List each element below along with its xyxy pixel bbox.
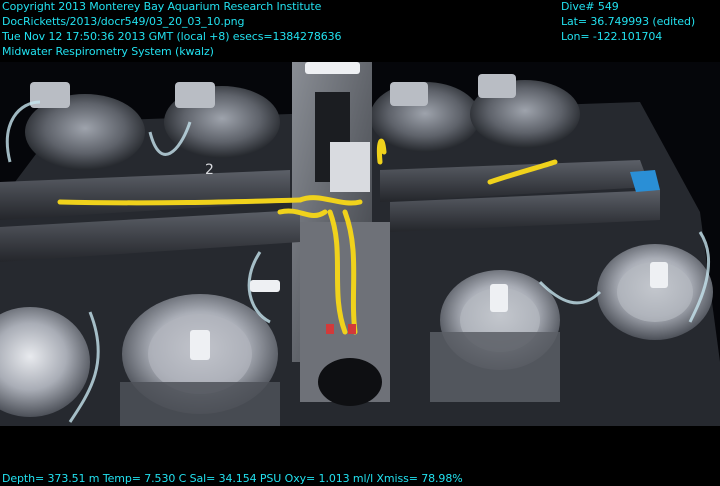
metadata-right: Dive# 549 Lat= 36.749993 (edited) Lon= -… — [561, 0, 695, 45]
timestamp-line: Tue Nov 12 17:50:36 2013 GMT (local +8) … — [2, 30, 342, 43]
caption-line: Midwater Respirometry System (kwalz) — [2, 45, 214, 58]
file-path-line: DocRicketts/2013/docr549/03_20_03_10.png — [2, 15, 245, 28]
video-frame: 2 Copyright 2013 Monterey Bay Aquarium R… — [0, 0, 720, 486]
latitude: Lat= 36.749993 (edited) — [561, 15, 696, 28]
dive-number: Dive# 549 — [561, 0, 619, 13]
metadata-left: Copyright 2013 Monterey Bay Aquarium Res… — [2, 0, 342, 60]
longitude: Lon= -122.101704 — [561, 30, 663, 43]
copyright-line: Copyright 2013 Monterey Bay Aquarium Res… — [2, 0, 322, 13]
chamber-number-label: 2 — [205, 162, 214, 178]
sensor-readout: Depth= 373.51 m Temp= 7.530 C Sal= 34.15… — [2, 472, 463, 485]
respirometry-system-image: 2 — [0, 62, 720, 426]
